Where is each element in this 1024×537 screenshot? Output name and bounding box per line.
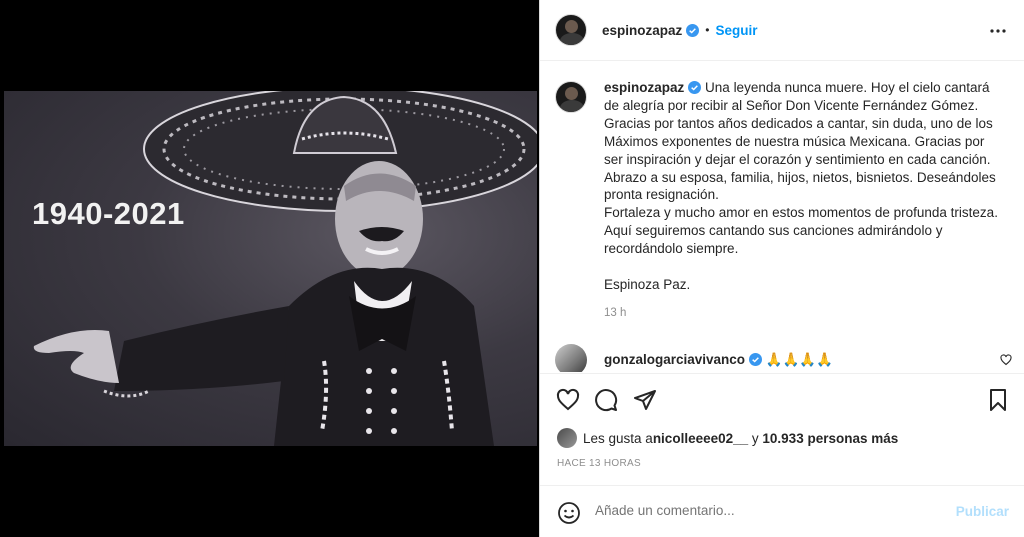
- post-timestamp[interactable]: HACE 13 HORAS: [557, 458, 641, 469]
- like-icon[interactable]: [556, 388, 580, 412]
- caption-comment: espinozapaz Una leyenda nunca muere. Hoy…: [555, 79, 1015, 294]
- comment-like-icon[interactable]: [1000, 354, 1012, 366]
- liker-avatar[interactable]: [557, 428, 577, 448]
- more-options-icon[interactable]: [989, 22, 1007, 40]
- separator-dot: •: [705, 23, 710, 37]
- portrait-illustration: [33, 91, 537, 446]
- post-side-panel: espinozapaz • Seguir espinozapaz Una ley…: [539, 0, 1024, 537]
- caption-time[interactable]: 13 h: [604, 307, 626, 319]
- likes-prefix: Les gusta a: [583, 430, 653, 446]
- author-avatar[interactable]: [555, 14, 587, 46]
- comment-text: 🙏🙏🙏🙏: [765, 352, 834, 367]
- comment-body: gonzalogarciavivanco 🙏🙏🙏🙏: [604, 352, 833, 368]
- post-photo[interactable]: 1940-2021: [4, 91, 537, 446]
- comments-area: espinozapaz Una leyenda nunca muere. Hoy…: [540, 62, 1024, 372]
- caption-username[interactable]: espinozapaz: [604, 80, 684, 95]
- liker-username[interactable]: nicolleeee02__: [653, 431, 748, 446]
- overlay-years-text: 1940-2021: [32, 196, 185, 231]
- commenter-verified-icon: [749, 353, 763, 366]
- comment-icon[interactable]: [594, 388, 618, 412]
- emoji-icon[interactable]: [557, 501, 581, 525]
- comment-input[interactable]: [595, 503, 935, 518]
- comment-row: gonzalogarciavivanco 🙏🙏🙏🙏: [555, 344, 1015, 372]
- caption-verified-icon: [688, 81, 702, 94]
- likes-summary: Les gusta a nicolleeee02__ y 10.933 pers…: [557, 428, 898, 448]
- author-username[interactable]: espinozapaz: [602, 23, 682, 38]
- caption-text: Una leyenda nunca muere. Hoy el cielo ca…: [604, 80, 998, 292]
- post-media: 1940-2021: [0, 0, 538, 537]
- add-comment-section: Publicar: [540, 485, 1024, 537]
- commenter-avatar[interactable]: [555, 344, 587, 372]
- commenter-username[interactable]: gonzalogarciavivanco: [604, 352, 745, 367]
- post-header: espinozapaz • Seguir: [540, 0, 1024, 61]
- save-bookmark-icon[interactable]: [986, 388, 1010, 412]
- follow-button[interactable]: Seguir: [715, 23, 757, 38]
- caption-body: espinozapaz Una leyenda nunca muere. Hoy…: [604, 79, 1004, 294]
- caption-author-avatar[interactable]: [555, 81, 587, 113]
- publish-button[interactable]: Publicar: [956, 504, 1009, 519]
- likes-middle: y: [748, 430, 763, 446]
- verified-badge-icon: [686, 23, 700, 37]
- share-icon[interactable]: [633, 388, 657, 412]
- post-actions-bar: [540, 373, 1024, 423]
- likes-count[interactable]: 10.933 personas más: [762, 431, 898, 446]
